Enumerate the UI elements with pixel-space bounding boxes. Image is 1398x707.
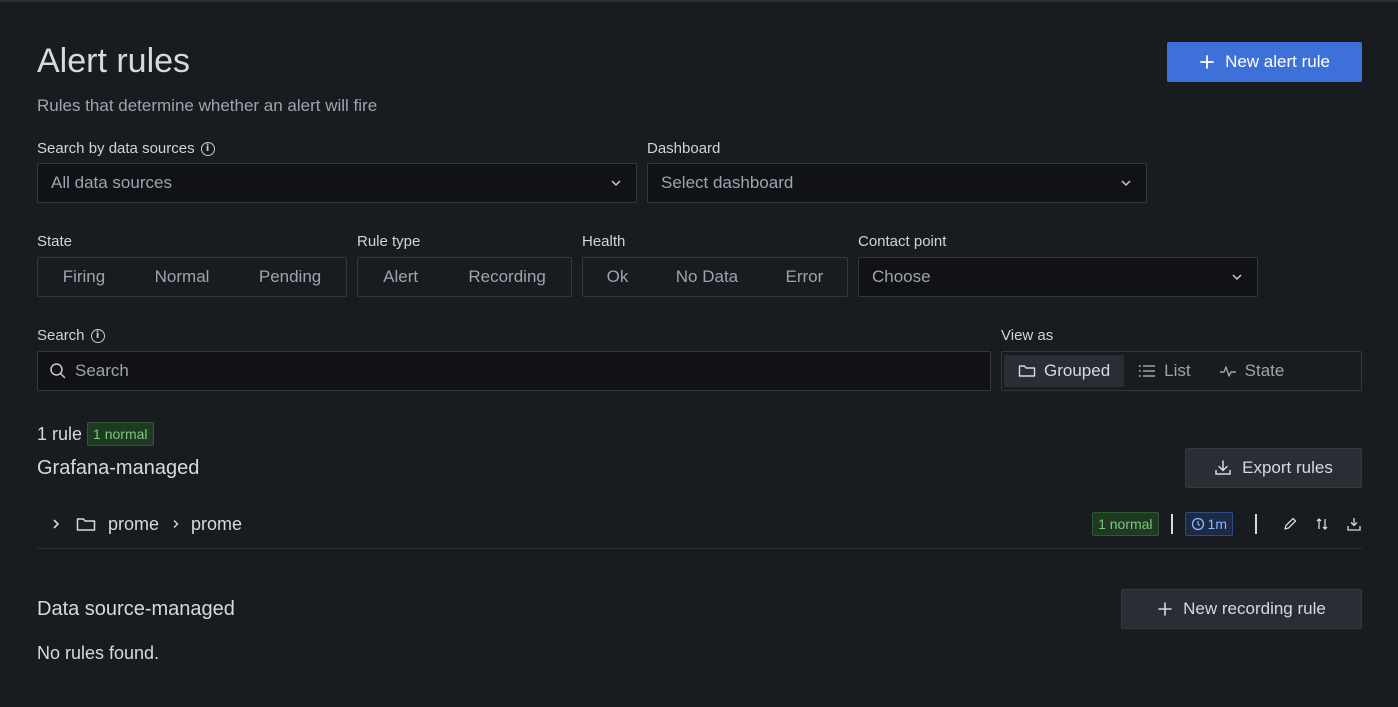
chevron-down-icon	[609, 176, 623, 190]
divider	[1255, 514, 1257, 534]
folder-icon	[1018, 363, 1036, 379]
group-normal-badge: 1 normal	[1092, 512, 1159, 536]
health-label: Health	[582, 233, 625, 250]
view-as-toggle: Grouped List State	[1001, 351, 1362, 391]
rule-type-filter: Alert Recording	[357, 257, 572, 297]
search-input[interactable]: Search	[37, 351, 991, 391]
search-label-text: Search	[37, 327, 85, 344]
export-rules-button[interactable]: Export rules	[1185, 448, 1362, 488]
plus-icon	[1199, 54, 1215, 70]
plus-icon	[1157, 601, 1173, 617]
rule-count: 1 rule	[37, 423, 83, 444]
rule-type-option-recording[interactable]: Recording	[464, 267, 550, 287]
grafana-managed-title: Grafana-managed	[37, 457, 200, 479]
info-icon[interactable]: i	[90, 328, 105, 343]
chevron-right-icon[interactable]	[48, 518, 64, 530]
pencil-icon[interactable]	[1282, 516, 1298, 532]
search-label: Search i	[37, 327, 105, 344]
dashboard-select[interactable]: Select dashboard	[647, 163, 1147, 203]
view-as-label: View as	[1001, 327, 1053, 344]
contact-point-label-text: Contact point	[858, 233, 947, 250]
rule-type-option-alert[interactable]: Alert	[379, 267, 422, 287]
health-option-no-data[interactable]: No Data	[672, 267, 742, 287]
dashboard-label-text: Dashboard	[647, 140, 721, 157]
state-filter: Firing Normal Pending	[37, 257, 347, 297]
download-icon	[1214, 459, 1232, 477]
heartbeat-icon	[1219, 364, 1237, 378]
folder-icon	[76, 515, 96, 533]
state-option-normal[interactable]: Normal	[151, 267, 214, 287]
rule-type-label-text: Rule type	[357, 233, 421, 250]
export-rules-label: Export rules	[1242, 458, 1333, 477]
state-option-pending[interactable]: Pending	[255, 267, 325, 287]
search-icon	[49, 362, 67, 380]
data-sources-value: All data sources	[51, 173, 172, 192]
new-alert-rule-label: New alert rule	[1225, 52, 1330, 71]
contact-point-select[interactable]: Choose	[858, 257, 1258, 297]
sort-icon[interactable]	[1314, 516, 1330, 532]
datasource-managed-title: Data source-managed	[37, 598, 235, 620]
info-icon[interactable]: i	[200, 141, 215, 156]
dashboard-placeholder: Select dashboard	[661, 173, 794, 192]
clock-icon	[1191, 517, 1205, 531]
rule-type-label: Rule type	[357, 233, 420, 250]
health-label-text: Health	[582, 233, 626, 250]
download-icon[interactable]	[1346, 516, 1362, 532]
divider	[1170, 514, 1173, 534]
new-recording-rule-label: New recording rule	[1183, 599, 1326, 618]
state-option-firing[interactable]: Firing	[59, 267, 110, 287]
health-option-error[interactable]: Error	[782, 267, 828, 287]
new-alert-rule-button[interactable]: New alert rule	[1167, 42, 1362, 82]
dashboard-label: Dashboard	[647, 140, 720, 157]
normal-count-badge: 1 normal	[87, 422, 154, 446]
interval-value: 1m	[1207, 516, 1227, 532]
state-label-text: State	[37, 233, 73, 250]
group-name: prome	[191, 513, 243, 534]
state-label: State	[37, 233, 72, 250]
rule-summary: 1 rule 1 normal	[37, 422, 154, 446]
empty-state-text: No rules found.	[37, 643, 160, 663]
view-as-label-text: View as	[1001, 327, 1054, 344]
health-filter: Ok No Data Error	[582, 257, 848, 297]
data-sources-label: Search by data sources i	[37, 140, 215, 157]
view-as-grouped-label: Grouped	[1044, 361, 1111, 380]
health-option-ok[interactable]: Ok	[603, 267, 633, 287]
new-recording-rule-button[interactable]: New recording rule	[1121, 589, 1362, 629]
view-as-state[interactable]: State	[1205, 355, 1299, 387]
contact-point-placeholder: Choose	[872, 267, 931, 286]
data-sources-label-text: Search by data sources	[37, 140, 195, 157]
page-title: Alert rules	[37, 42, 191, 80]
view-as-grouped[interactable]: Grouped	[1004, 355, 1125, 387]
rule-group-row: prome prome 1 normal 1m	[48, 510, 1362, 538]
folder-name[interactable]: prome	[108, 514, 159, 535]
data-sources-select[interactable]: All data sources	[37, 163, 637, 203]
search-placeholder: Search	[75, 361, 129, 380]
chevron-down-icon	[1119, 176, 1133, 190]
page-subtitle: Rules that determine whether an alert wi…	[37, 96, 378, 115]
group-actions: 1 normal 1m	[1092, 512, 1362, 536]
top-border	[0, 0, 1398, 2]
view-as-list[interactable]: List	[1124, 355, 1204, 387]
list-icon	[1138, 364, 1156, 378]
contact-point-label: Contact point	[858, 233, 946, 250]
chevron-down-icon	[1230, 270, 1244, 284]
interval-badge: 1m	[1184, 512, 1233, 536]
row-divider	[37, 548, 1362, 549]
view-as-state-label: State	[1244, 361, 1285, 380]
chevron-right-icon	[171, 519, 181, 529]
view-as-list-label: List	[1164, 361, 1191, 380]
